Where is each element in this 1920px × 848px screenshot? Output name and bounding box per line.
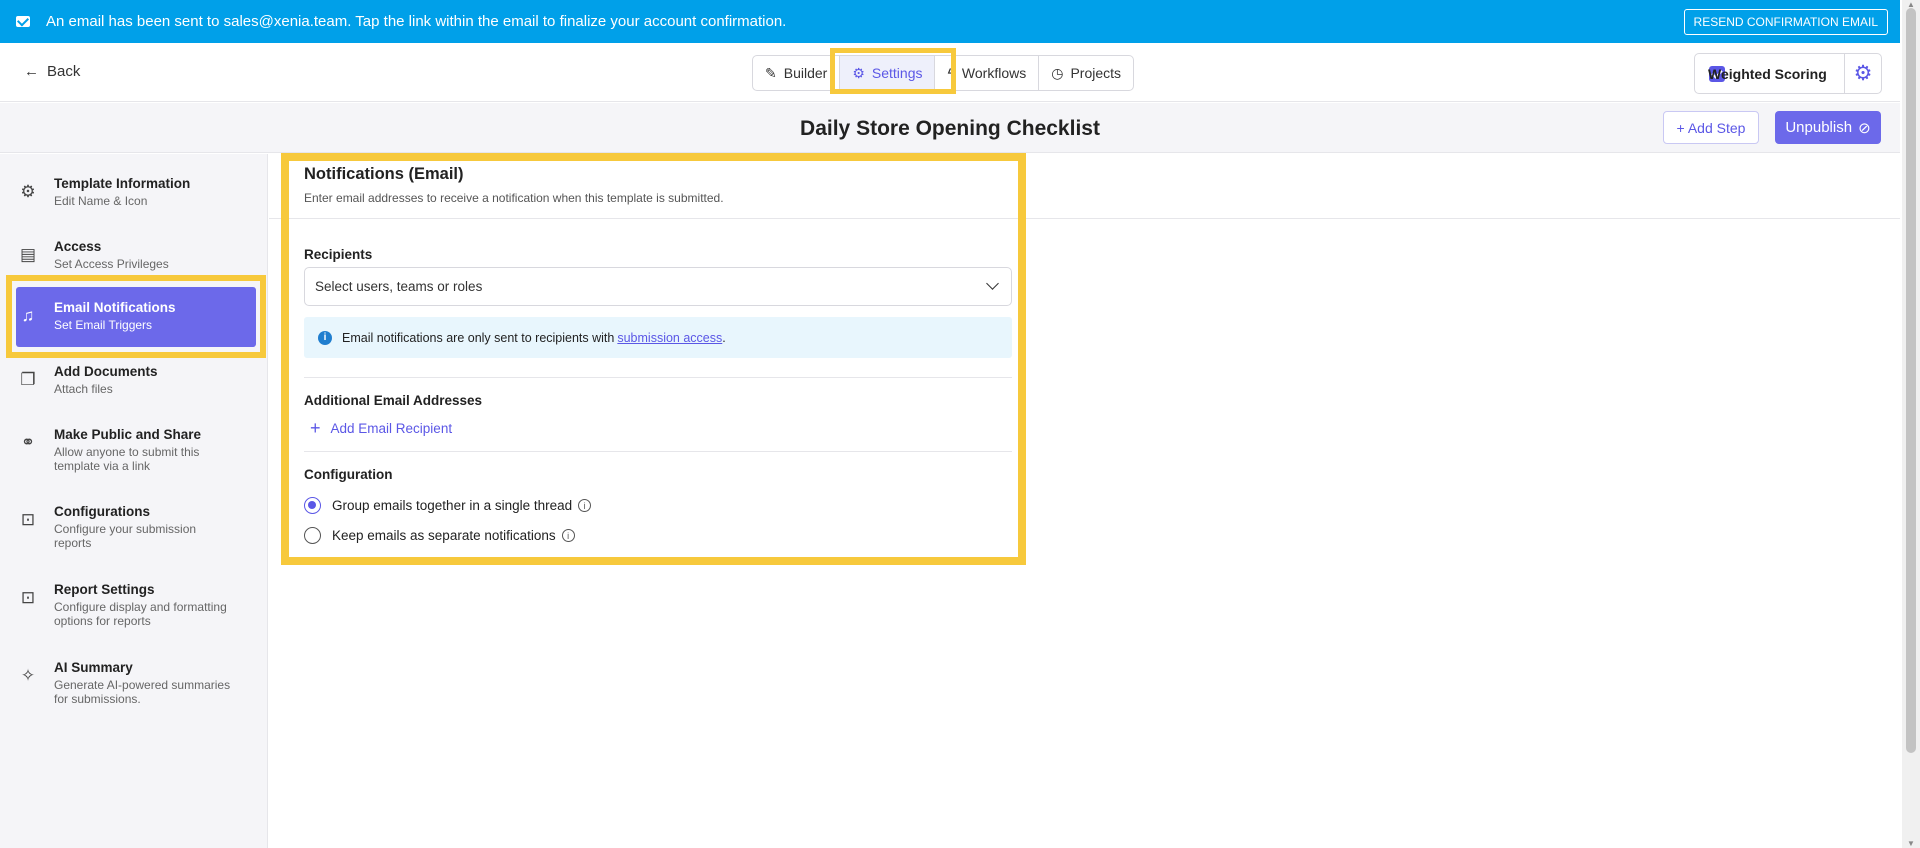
section-divider [304,451,1012,452]
sparkle-icon: ✧ [20,666,36,685]
option-label: Group emails together in a single thread [332,498,573,513]
sidebar-item-desc: Allow anyone to submit this template via… [54,445,200,473]
add-email-recipient-button[interactable]: + Add Email Recipient [310,418,452,439]
tab-label: Projects [1070,65,1122,81]
tab-label: Builder [783,65,828,81]
radio-button[interactable] [304,497,321,514]
section-divider [304,377,1012,378]
scrollbar-thumb[interactable] [1906,8,1916,753]
sidebar-item-desc: Set Email Triggers [54,318,153,332]
sidebar-item-title: Email Notifications [54,300,176,315]
sidebar-item-title: Configurations [54,504,150,519]
link-icon: ⚭ [20,433,36,452]
sidebar-item-title: Template Information [54,176,191,191]
recipients-placeholder: Select users, teams or roles [315,279,483,294]
bell-icon: ♫ [21,306,35,325]
add-step-button[interactable]: + Add Step [1663,111,1759,144]
panel-title: Notifications (Email) [304,165,464,183]
unpublish-label: Unpublish [1785,119,1853,136]
gear-icon: ⚙ [20,182,36,201]
header-divider [269,218,1900,219]
presentation-icon: ⊡ [20,510,36,529]
radio-button[interactable] [304,527,321,544]
resend-confirmation-button[interactable]: RESEND CONFIRMATION EMAIL [1683,9,1888,35]
edit-icon: ✎ [765,64,777,81]
plus-icon: + [310,418,321,438]
sidebar-item-report-settings[interactable]: ⊡ Report Settings Configure display and f… [16,582,256,628]
sidebar-item-template-information[interactable]: ⚙ Template Information Edit Name & Icon [16,176,256,208]
panel-subtitle: Enter email addresses to receive a notif… [304,191,724,205]
sidebar-item-make-public-and-share[interactable]: ⚭ Make Public and Share Allow anyone to s… [16,427,256,473]
tab-settings[interactable]: ⚙ Settings [840,56,936,90]
tab-label: Settings [871,65,923,81]
sidebar-item-title: AI Summary [54,660,133,675]
recipients-label: Recipients [304,247,373,262]
sidebar-item-title: Make Public and Share [54,427,202,442]
sidebar-item-title: Report Settings [54,582,155,597]
back-label: Back [47,63,81,80]
back-button[interactable]: ← Back [24,63,80,80]
group-emails-option[interactable]: Group emails together in a single thread… [304,497,592,514]
settings-sidebar: ⚙ Template Information Edit Name & Icon ▤… [0,154,268,848]
sidebar-item-title: Access [54,239,102,254]
additional-email-label: Additional Email Addresses [304,393,483,408]
info-circle-icon[interactable]: i [561,529,575,542]
info-text: Email notifications are only sent to rec… [342,330,615,345]
gear-icon: ⚙ [852,64,865,81]
edit-off-icon: ⊘ [1858,119,1871,137]
arrow-left-icon: ← [24,63,39,80]
submission-access-link[interactable]: submission access [617,331,722,345]
documents-icon: ❐ [20,370,36,389]
document-lock-icon: ▤ [19,245,37,264]
page-title: Daily Store Opening Checklist [800,117,1100,140]
sidebar-item-add-documents[interactable]: ❐ Add Documents Attach files [16,364,256,396]
sidebar-item-email-notifications[interactable]: ♫ Email Notifications Set Email Triggers [16,287,256,347]
sidebar-item-title: Add Documents [54,364,158,379]
configuration-label: Configuration [304,467,393,482]
tab-label: Workflows [961,65,1027,81]
weighted-scoring-toggle[interactable]: Weighted Scoring ⚙ [1694,53,1882,94]
info-circle-icon[interactable]: i [578,499,592,512]
sidebar-item-desc: Generate AI-powered summaries for submis… [54,678,231,706]
presentation-icon: ⊡ [20,588,36,607]
sidebar-item-access[interactable]: ▤ Access Set Access Privileges [16,239,256,271]
title-bar: Daily Store Opening Checklist + Add Step… [0,103,1900,153]
weighted-scoring-label: Weighted Scoring [1708,65,1827,82]
tab-projects[interactable]: ◷ Projects [1039,56,1133,90]
separate-emails-option[interactable]: Keep emails as separate notifications i [304,527,575,544]
sidebar-item-desc: Configure your submission reports [54,522,197,550]
info-alert: i Email notifications are only sent to r… [304,317,1012,358]
tab-workflows[interactable]: ϟ Workflows [935,56,1040,90]
chevron-down-icon [986,277,999,290]
lightning-icon: ϟ [947,65,955,81]
mail-icon [16,16,30,27]
mode-tabs: ✎ Builder ⚙ Settings ϟ Workflows ◷ Proje… [752,55,1135,91]
sidebar-item-desc: Attach files [54,382,113,396]
info-icon: i [318,330,332,345]
sidebar-item-configurations[interactable]: ⊡ Configurations Configure your submissio… [16,504,256,550]
tab-builder[interactable]: ✎ Builder [753,56,841,90]
add-recipient-label: Add Email Recipient [330,421,453,436]
recipients-select[interactable]: Select users, teams or roles [304,267,1012,306]
sidebar-item-ai-summary[interactable]: ✧ AI Summary Generate AI-powered summarie… [16,660,256,706]
clock-icon: ◷ [1051,64,1064,81]
banner-message: An email has been sent to sales@xenia.te… [46,13,787,30]
scroll-down-icon[interactable]: ▼ [1907,839,1915,848]
unpublish-button[interactable]: Unpublish ⊘ [1775,111,1881,144]
sidebar-item-desc: Set Access Privileges [54,257,169,271]
confirmation-banner: An email has been sent to sales@xenia.te… [0,0,1900,43]
page-scrollbar[interactable]: ▲ ▼ [1902,0,1920,848]
gear-icon[interactable]: ⚙ [1844,54,1881,93]
sidebar-item-desc: Configure display and formatting options… [54,600,227,628]
sidebar-item-desc: Edit Name & Icon [54,194,148,208]
option-label: Keep emails as separate notifications [332,528,556,543]
info-suffix: . [722,330,726,345]
top-nav: ← Back ✎ Builder ⚙ Settings ϟ Workflows … [0,43,1900,102]
